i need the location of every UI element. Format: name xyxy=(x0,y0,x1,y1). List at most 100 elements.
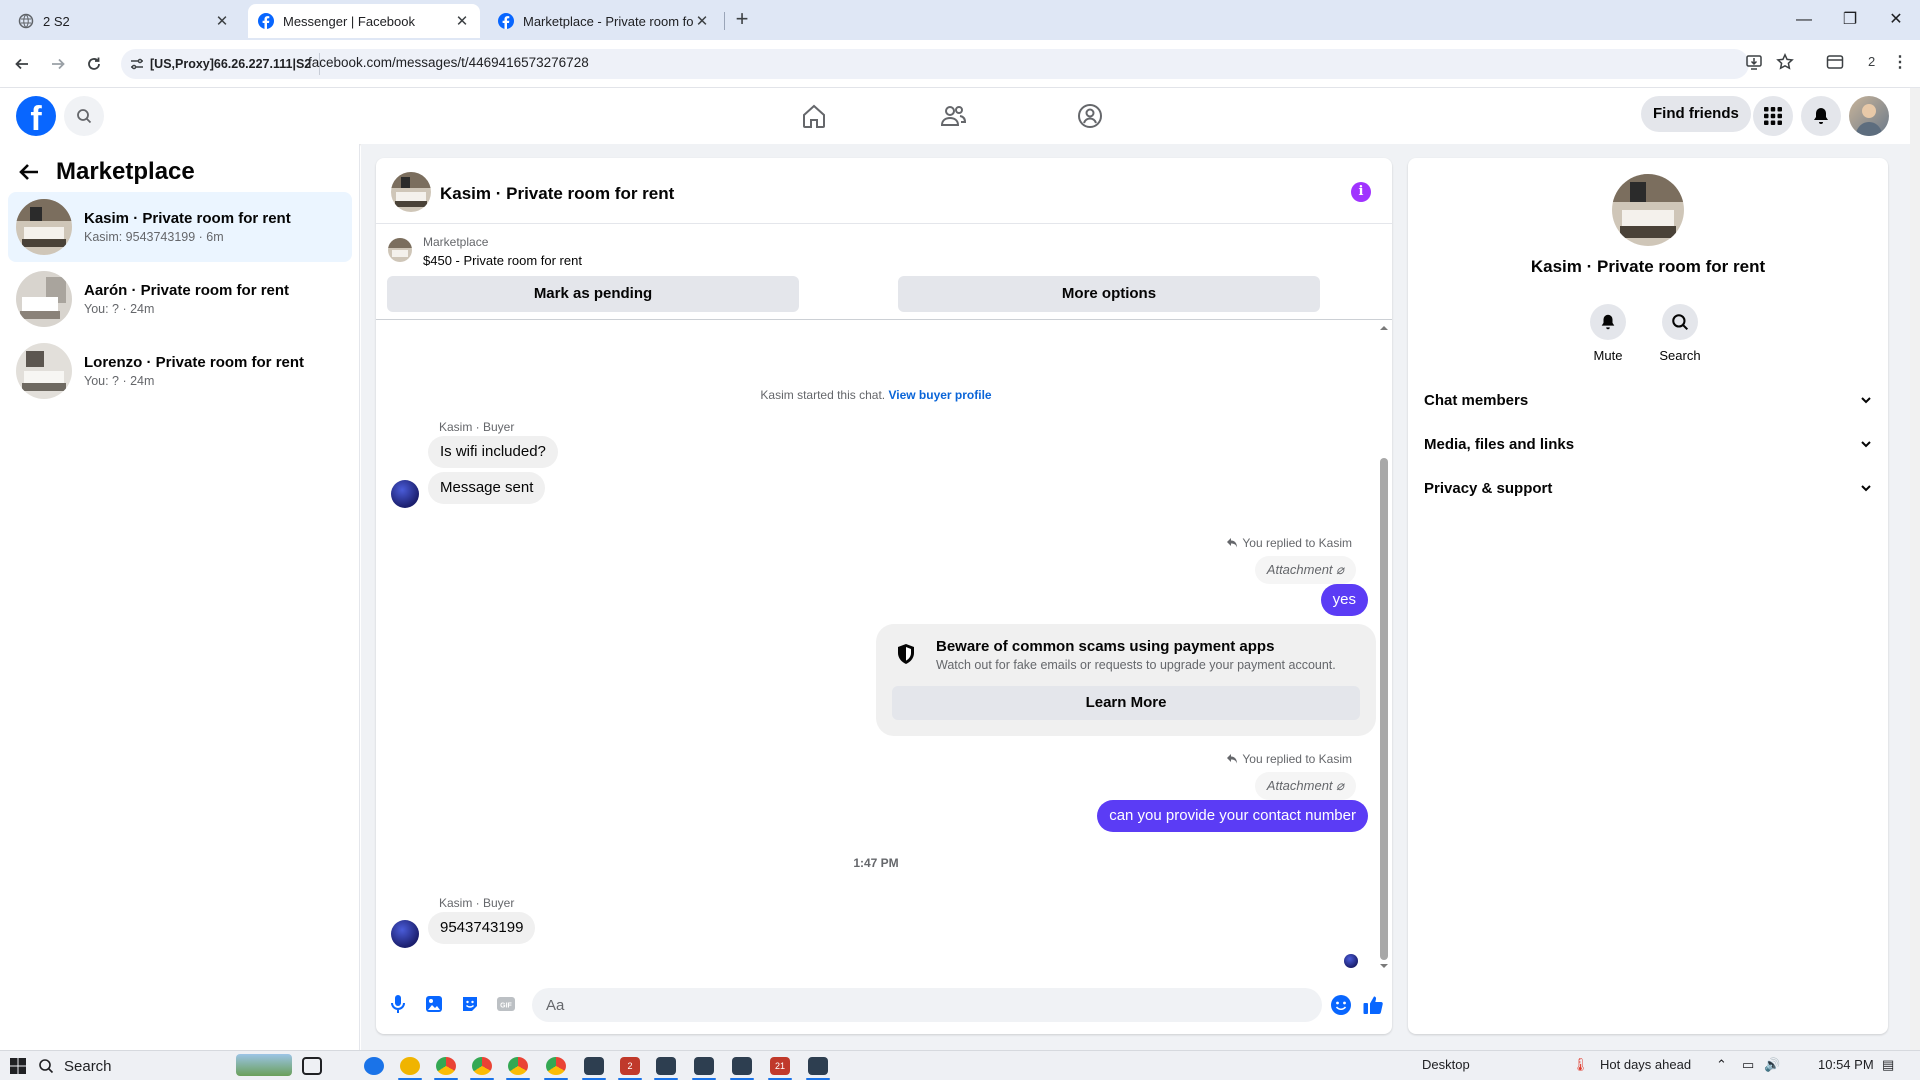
listing-title[interactable]: $450 - Private room for rent xyxy=(423,253,582,268)
search-button[interactable] xyxy=(64,96,104,136)
media-files-section[interactable]: Media, files and links xyxy=(1424,426,1872,462)
find-friends-button[interactable]: Find friends xyxy=(1641,96,1751,132)
globe-icon xyxy=(18,13,34,29)
install-app-icon[interactable] xyxy=(1745,53,1763,71)
gif-icon[interactable]: GIF xyxy=(496,994,516,1014)
windows-start-icon[interactable] xyxy=(10,1058,26,1074)
message-input[interactable] xyxy=(532,988,1322,1022)
chat-title[interactable]: Kasim · Private room for rent xyxy=(440,184,674,204)
grid-menu-icon xyxy=(1764,107,1782,125)
chrome-icon[interactable] xyxy=(546,1057,566,1075)
menu-kebab-icon[interactable]: ⋮ xyxy=(1892,52,1908,72)
friends-icon[interactable] xyxy=(939,102,967,130)
back-arrow-icon[interactable] xyxy=(18,161,40,183)
minimize-button[interactable]: — xyxy=(1794,10,1814,30)
app-icon-badge[interactable]: 2 xyxy=(620,1057,640,1075)
scroll-down-icon[interactable] xyxy=(1376,962,1392,970)
task-view-icon[interactable] xyxy=(302,1057,322,1075)
thumbs-up-icon[interactable] xyxy=(1362,994,1383,1014)
chrome-icon[interactable] xyxy=(508,1057,528,1075)
browser-tab-active[interactable]: Messenger | Facebook ✕ xyxy=(248,4,480,38)
microphone-icon[interactable] xyxy=(388,994,408,1014)
menu-button[interactable] xyxy=(1753,96,1793,136)
reload-icon[interactable] xyxy=(82,52,106,76)
scam-subtitle: Watch out for fake emails or requests to… xyxy=(936,658,1336,672)
incoming-message[interactable]: 9543743199 xyxy=(428,912,536,944)
back-icon[interactable] xyxy=(10,52,34,76)
chrome-icon[interactable] xyxy=(472,1057,492,1075)
thread-item[interactable]: Lorenzo · Private room for rent You: ? ·… xyxy=(8,336,352,406)
network-icon[interactable]: ▭ xyxy=(1742,1057,1754,1073)
home-icon[interactable] xyxy=(800,102,828,130)
browser-tab[interactable]: Marketplace - Private room for ✕ xyxy=(488,4,720,38)
sender-avatar[interactable] xyxy=(391,480,419,508)
info-avatar[interactable] xyxy=(1612,174,1684,246)
restore-button[interactable]: ❐ xyxy=(1840,10,1860,30)
close-tab-icon[interactable]: ✕ xyxy=(694,12,710,30)
desktop-toolbar[interactable]: Desktop xyxy=(1422,1057,1470,1072)
chrome-icon[interactable] xyxy=(436,1057,456,1075)
learn-more-button[interactable]: Learn More xyxy=(892,686,1360,720)
outgoing-message[interactable]: yes xyxy=(1320,584,1368,616)
chat-avatar[interactable] xyxy=(391,172,431,212)
account-avatar[interactable] xyxy=(1849,96,1889,136)
app-icon[interactable] xyxy=(732,1057,752,1075)
bookmark-star-icon[interactable] xyxy=(1776,53,1794,71)
message-input-box[interactable] xyxy=(532,988,1322,1022)
emoji-icon[interactable] xyxy=(1330,994,1351,1015)
volume-icon[interactable]: 🔊 xyxy=(1764,1057,1780,1073)
sidebar-title: Marketplace xyxy=(56,158,195,185)
paperclip-icon: ⌀ xyxy=(1336,778,1344,793)
facebook-logo[interactable]: f xyxy=(16,96,56,136)
app-icon-badge[interactable]: 21 xyxy=(770,1057,790,1075)
more-options-button[interactable]: More options xyxy=(898,276,1320,312)
scam-title: Beware of common scams using payment app… xyxy=(936,638,1275,655)
notifications-button[interactable] xyxy=(1801,96,1841,136)
browser-tab[interactable]: 2 S2 ✕ xyxy=(8,4,240,38)
facebook-header: f Find friends xyxy=(0,88,1910,144)
tab-search-icon[interactable] xyxy=(1826,53,1844,71)
sticker-icon[interactable] xyxy=(460,994,480,1014)
forward-icon[interactable] xyxy=(46,52,70,76)
weather-text[interactable]: Hot days ahead xyxy=(1600,1057,1691,1072)
photo-icon[interactable] xyxy=(424,994,444,1014)
page-scrollbar[interactable] xyxy=(1910,88,1920,1050)
app-icon[interactable] xyxy=(808,1057,828,1075)
groups-icon[interactable] xyxy=(1076,102,1104,130)
site-info-chip[interactable]: [US,Proxy]66.26.227.111|S2 xyxy=(130,53,321,75)
weather-icon[interactable]: 🌡 xyxy=(1572,1057,1589,1073)
attachment-preview[interactable]: Attachment ⌀ xyxy=(1254,556,1356,584)
incoming-message[interactable]: Is wifi included? xyxy=(428,436,558,468)
search-action[interactable]: Search xyxy=(1650,304,1710,363)
sender-avatar[interactable] xyxy=(391,920,419,948)
app-icon[interactable] xyxy=(364,1057,384,1075)
view-buyer-profile-link[interactable]: View buyer profile xyxy=(888,388,991,402)
notification-center-icon[interactable]: ▤ xyxy=(1882,1057,1894,1073)
thread-item[interactable]: Aarón · Private room for rent You: ? · 2… xyxy=(8,264,352,334)
attachment-preview[interactable]: Attachment ⌀ xyxy=(1254,772,1356,800)
scroll-up-icon[interactable] xyxy=(1376,324,1392,332)
incoming-message[interactable]: Message sent xyxy=(428,472,546,504)
mute-action[interactable]: Mute xyxy=(1578,304,1638,363)
chat-scroll-thumb[interactable] xyxy=(1380,458,1388,960)
outgoing-message[interactable]: can you provide your contact number xyxy=(1097,800,1368,832)
close-tab-icon[interactable]: ✕ xyxy=(214,12,230,30)
thread-name: Kasim · Private room for rent xyxy=(84,210,291,227)
info-icon[interactable]: i xyxy=(1351,182,1371,202)
app-icon[interactable] xyxy=(656,1057,676,1075)
app-icon[interactable] xyxy=(400,1057,420,1075)
search-highlight-image[interactable] xyxy=(236,1054,292,1076)
close-window-button[interactable]: ✕ xyxy=(1886,10,1906,30)
privacy-support-section[interactable]: Privacy & support xyxy=(1424,470,1872,506)
url-text[interactable]: facebook.com/messages/t/4469416573276728 xyxy=(308,55,589,70)
chevron-up-icon[interactable]: ⌃ xyxy=(1716,1057,1727,1073)
thread-item[interactable]: Kasim · Private room for rent Kasim: 954… xyxy=(8,192,352,262)
close-tab-icon[interactable]: ✕ xyxy=(454,12,470,30)
app-icon[interactable] xyxy=(694,1057,714,1075)
chat-members-section[interactable]: Chat members xyxy=(1424,382,1872,418)
app-icon[interactable] xyxy=(584,1057,604,1075)
mark-as-pending-button[interactable]: Mark as pending xyxy=(387,276,799,312)
profile-count[interactable]: 2 xyxy=(1868,54,1875,69)
new-tab-button[interactable]: + xyxy=(730,8,754,32)
clock[interactable]: 10:54 PM xyxy=(1818,1057,1874,1072)
